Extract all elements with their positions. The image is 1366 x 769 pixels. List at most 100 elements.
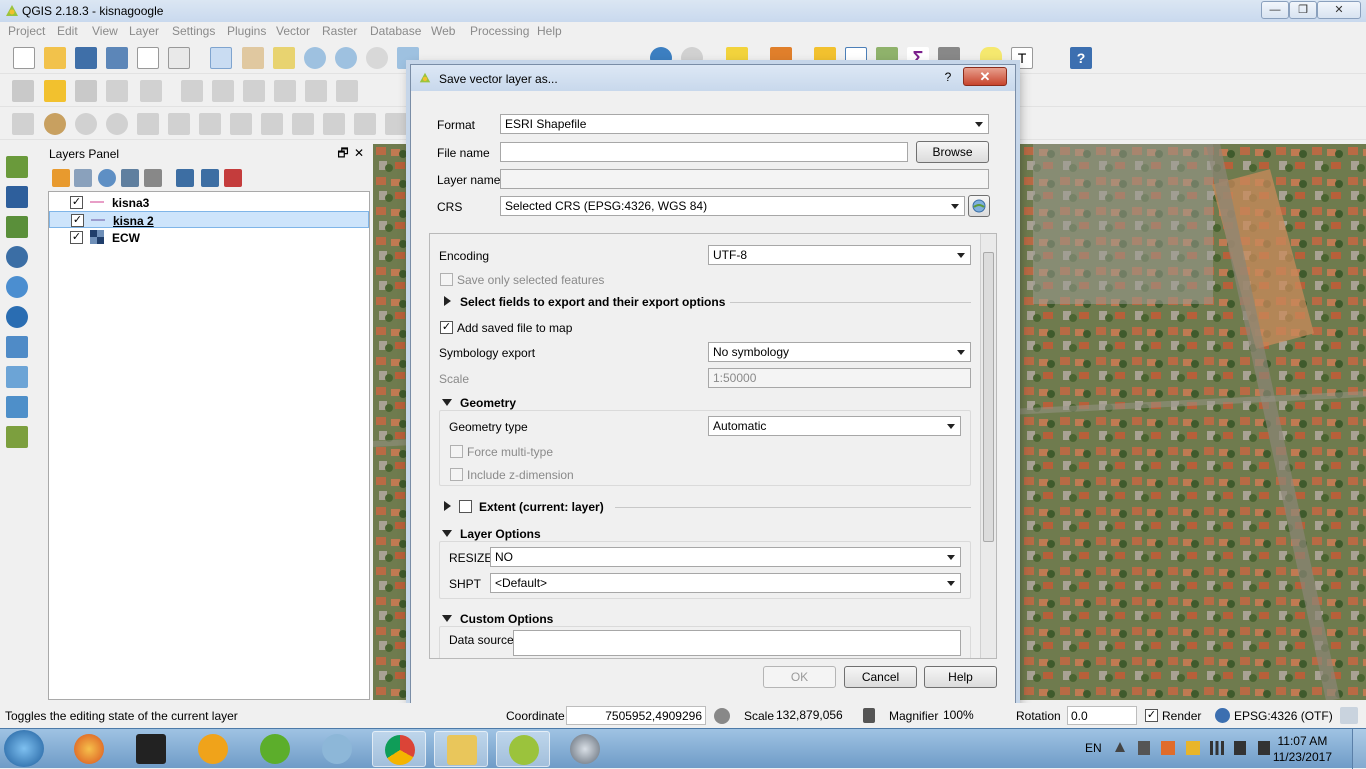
split-features-icon[interactable]	[385, 113, 407, 135]
collapse-triangle-icon[interactable]	[442, 399, 452, 406]
new-shapefile-icon[interactable]	[6, 396, 28, 418]
menu-processing[interactable]: Processing	[470, 24, 529, 38]
layer-visibility-checkbox[interactable]: ✓	[70, 196, 83, 209]
add-saved-checkbox[interactable]: ✓	[440, 321, 453, 334]
crs-selector-button[interactable]	[968, 195, 990, 217]
taskbar-google-earth[interactable]	[558, 731, 612, 767]
geometry-header[interactable]: Geometry	[460, 396, 516, 410]
filter-legend-icon[interactable]	[121, 169, 139, 187]
add-feature-icon[interactable]	[106, 80, 128, 102]
add-part-icon[interactable]	[199, 113, 221, 135]
select-fields-header[interactable]: Select fields to export and their export…	[460, 295, 725, 309]
add-postgis-layer-icon[interactable]	[6, 246, 28, 268]
touch-zoom-icon[interactable]	[210, 47, 232, 69]
encoding-select[interactable]: UTF-8	[708, 245, 971, 265]
reshape-features-icon[interactable]	[323, 113, 345, 135]
delete-ring-icon[interactable]	[261, 113, 283, 135]
save-project-icon[interactable]	[75, 47, 97, 69]
style-manager-icon[interactable]	[52, 169, 70, 187]
help-button[interactable]: Help	[924, 666, 997, 688]
annotation-icon[interactable]	[44, 113, 66, 135]
rotation-field[interactable]: 0.0	[1067, 706, 1137, 725]
simplify-feature-icon[interactable]	[137, 113, 159, 135]
copy-features-icon[interactable]	[305, 80, 327, 102]
layer-row-kisna-2[interactable]: ✓ kisna 2	[49, 211, 369, 228]
menu-database[interactable]: Database	[370, 24, 421, 38]
add-wfs-layer-icon[interactable]	[6, 336, 28, 358]
taskbar-explorer[interactable]	[434, 731, 488, 767]
options-scrollbar[interactable]	[980, 234, 996, 658]
filename-input[interactable]	[500, 142, 908, 162]
delete-part-icon[interactable]	[292, 113, 314, 135]
cancel-button[interactable]: Cancel	[844, 666, 917, 688]
show-desktop-button[interactable]	[1352, 729, 1366, 769]
symbology-select[interactable]: No symbology	[708, 342, 971, 362]
scrollbar-thumb[interactable]	[983, 252, 994, 542]
add-circular-string-icon[interactable]	[140, 80, 162, 102]
force-multi-checkbox[interactable]	[450, 445, 463, 458]
pan-map-icon[interactable]	[242, 47, 264, 69]
language-indicator[interactable]: EN	[1085, 741, 1102, 755]
menu-raster[interactable]: Raster	[322, 24, 357, 38]
current-edits-icon[interactable]	[12, 80, 34, 102]
collapse-triangle-icon[interactable]	[442, 615, 452, 622]
taskbar-utorrent[interactable]	[248, 731, 302, 767]
collapse-triangle-icon[interactable]	[442, 530, 452, 537]
layer-visibility-checkbox[interactable]: ✓	[71, 214, 84, 227]
taskbar-app[interactable]	[124, 731, 178, 767]
speaker-icon[interactable]	[1234, 741, 1246, 755]
resize-select[interactable]: NO	[490, 547, 961, 567]
menu-project[interactable]: Project	[8, 24, 45, 38]
composer-manager-icon[interactable]	[168, 47, 190, 69]
node-tool-icon[interactable]	[212, 80, 234, 102]
taskbar-app2[interactable]	[310, 731, 364, 767]
taskbar-qgis[interactable]	[496, 731, 550, 767]
menu-layer[interactable]: Layer	[129, 24, 159, 38]
menu-settings[interactable]: Settings	[172, 24, 215, 38]
add-vector-layer-icon[interactable]	[6, 156, 28, 178]
new-print-composer-icon[interactable]	[137, 47, 159, 69]
format-select[interactable]: ESRI Shapefile	[500, 114, 989, 134]
geometry-type-select[interactable]: Automatic	[708, 416, 961, 436]
menu-plugins[interactable]: Plugins	[227, 24, 266, 38]
add-wms-layer-icon[interactable]	[6, 276, 28, 298]
volume-warning-icon[interactable]	[1186, 741, 1200, 755]
zoom-in-icon[interactable]	[304, 47, 326, 69]
crs-globe-icon[interactable]	[1215, 708, 1230, 723]
delete-selected-icon[interactable]	[243, 80, 265, 102]
coordinate-field[interactable]: 7505952,4909296	[566, 706, 706, 725]
data-source-input[interactable]	[513, 630, 961, 656]
start-button[interactable]	[4, 730, 44, 767]
custom-options-header[interactable]: Custom Options	[460, 612, 553, 626]
pan-to-selection-icon[interactable]	[273, 47, 295, 69]
extent-header[interactable]: Extent (current: layer)	[479, 500, 604, 514]
network-icon[interactable]	[1210, 741, 1224, 755]
maximize-button[interactable]: ❐	[1289, 1, 1317, 19]
tray-app-icon[interactable]	[1138, 741, 1150, 755]
render-checkbox[interactable]: ✓	[1145, 709, 1158, 722]
add-ring-icon[interactable]	[168, 113, 190, 135]
zoom-1-1-icon[interactable]	[366, 47, 388, 69]
tray-update-icon[interactable]	[1161, 741, 1175, 755]
layer-visibility-checkbox[interactable]: ✓	[70, 231, 83, 244]
collapse-all-icon[interactable]	[201, 169, 219, 187]
scale-field[interactable]: 132,879,056	[773, 706, 859, 725]
messages-icon[interactable]	[1340, 707, 1358, 724]
ok-button[interactable]: OK	[763, 666, 836, 688]
menu-vector[interactable]: Vector	[276, 24, 310, 38]
filter-expression-icon[interactable]	[144, 169, 162, 187]
cut-features-icon[interactable]	[274, 80, 296, 102]
redo-icon[interactable]	[106, 113, 128, 135]
menu-edit[interactable]: Edit	[57, 24, 78, 38]
menu-web[interactable]: Web	[431, 24, 455, 38]
dialog-close-button[interactable]: ✕	[963, 67, 1007, 86]
magnifier-field[interactable]: 100%	[940, 706, 1006, 725]
expand-triangle-icon[interactable]	[444, 501, 451, 511]
toggle-editing-icon[interactable]	[44, 80, 66, 102]
action-center-icon[interactable]	[1258, 741, 1270, 755]
expand-all-icon[interactable]	[176, 169, 194, 187]
help-contents-icon[interactable]: ?	[1070, 47, 1092, 69]
new-project-icon[interactable]	[13, 47, 35, 69]
remove-layer-icon[interactable]	[224, 169, 242, 187]
layer-row-kisna3[interactable]: ✓ kisna3	[49, 194, 369, 211]
